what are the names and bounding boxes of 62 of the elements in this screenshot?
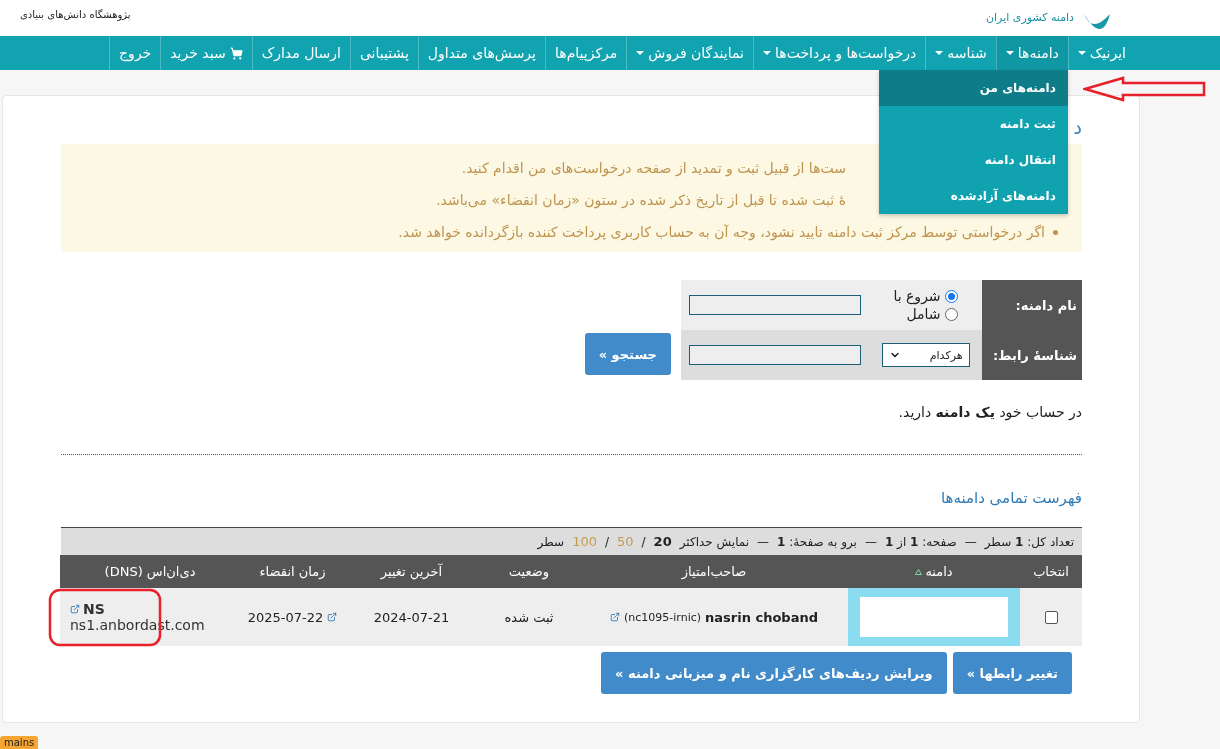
menu-item[interactable]: دامنه‌های من	[878, 70, 1068, 106]
external-link-icon[interactable]	[70, 604, 80, 614]
cart-icon	[229, 46, 243, 60]
menu-item[interactable]: دامنه‌های آزادشده	[878, 178, 1068, 214]
summary-text: در حساب خود یک دامنه دارید.	[897, 404, 1082, 420]
registry-name: دامنه کشوری ایران	[985, 11, 1074, 26]
divider-text: /	[641, 534, 646, 549]
nav-item[interactable]: شناسه	[925, 36, 996, 70]
nav-item[interactable]: پشتیبانی	[349, 36, 418, 70]
radio-option[interactable]: شروع با	[893, 288, 958, 304]
status-text: ثبت شده	[504, 609, 554, 625]
external-link-icon[interactable]	[610, 612, 620, 622]
column-header[interactable]: انتخاب	[1020, 555, 1082, 588]
notice-text: ست‌ها از قبیل ثبت و تمدید از صفحه درخواست‌های من اقدام کنید.	[461, 159, 846, 179]
separator-text: —	[757, 534, 770, 549]
row-checkbox[interactable]	[1044, 610, 1058, 624]
list-title: فهرست تمامی دامنه‌ها	[940, 489, 1082, 507]
column-header[interactable]: وضعیت	[478, 555, 580, 588]
input-field[interactable]	[689, 295, 861, 315]
owner-name: nasrin choband	[705, 609, 818, 625]
input-field[interactable]	[689, 345, 861, 365]
unit-text: سطر	[537, 534, 565, 549]
notice-text: اگر درخواستی توسط مرکز ثبت دامنه تایید نشود، وجه آن به حساب کاربری پرداخت کننده بازگردانده خواهد شد.	[398, 223, 1045, 243]
radio-option[interactable]: شامل	[893, 306, 958, 322]
page-size-option[interactable]: 100	[572, 534, 597, 549]
action-button[interactable]: ویرایش ردیف‌های کارگزاری نام و میزبانی دامنه »	[601, 652, 947, 694]
separator-text: —	[864, 534, 877, 549]
divider-text: /	[604, 534, 609, 549]
tag-badge: mains	[0, 736, 39, 749]
nav-item[interactable]: خروج	[109, 36, 161, 70]
menu-item[interactable]: ثبت دامنه	[878, 106, 1068, 142]
page-size-option[interactable]: 50	[617, 534, 634, 549]
nav-item[interactable]: پرسش‌های متداول	[417, 36, 545, 70]
menu-item[interactable]: انتقال دامنه	[878, 142, 1068, 178]
page-heading: د	[1073, 116, 1082, 138]
nav-item[interactable]: سبد خرید	[160, 36, 252, 70]
column-header[interactable]: دامنه	[848, 555, 1020, 588]
nav-item[interactable]: ارسال مدارک	[251, 36, 350, 70]
column-header[interactable]: آخرین تغییر	[345, 555, 478, 588]
owner-handle[interactable]: (nc1095-irnic)	[624, 610, 702, 624]
expiry-date: 2025-07-22	[247, 609, 324, 625]
field-label: شناسهٔ رابط:	[982, 330, 1082, 380]
dns-title: NS	[83, 601, 105, 617]
column-header[interactable]: دی‌ان‌اس (DNS)	[60, 555, 240, 588]
action-button[interactable]: تغییر رابطها »	[952, 652, 1072, 694]
nav-item[interactable]: نمایندگان فروش	[626, 36, 753, 70]
external-link-icon[interactable]	[327, 612, 338, 622]
page-size-option[interactable]: 20	[653, 534, 672, 549]
nav-item[interactable]: درخواست‌ها و پرداخت‌ها	[753, 36, 926, 70]
page-size-label: نمایش حداکثر	[679, 534, 750, 549]
column-header[interactable]: زمان انقضاء	[240, 555, 345, 588]
column-header[interactable]: صاحب‌امتیاز	[580, 555, 848, 588]
notice-text: ۀ ثبت شده تا قبل از تاریخ ذکر شده در ستون «زمان انقضاء» می‌باشد.	[436, 191, 846, 211]
radio-icon[interactable]	[944, 289, 958, 303]
updated-date: 2024-07-21	[373, 609, 450, 625]
institute-name: پژوهشگاه دانش‌های بنیادی	[20, 9, 131, 23]
radio-icon[interactable]	[944, 307, 958, 321]
search-button[interactable]: جستجو »	[584, 333, 671, 375]
separator-text: —	[964, 534, 977, 549]
field-label: نام دامنه:	[982, 280, 1082, 330]
select-field[interactable]: هرکدام	[881, 343, 970, 367]
nav-item[interactable]: مرکزپیام‌ها	[545, 36, 627, 70]
